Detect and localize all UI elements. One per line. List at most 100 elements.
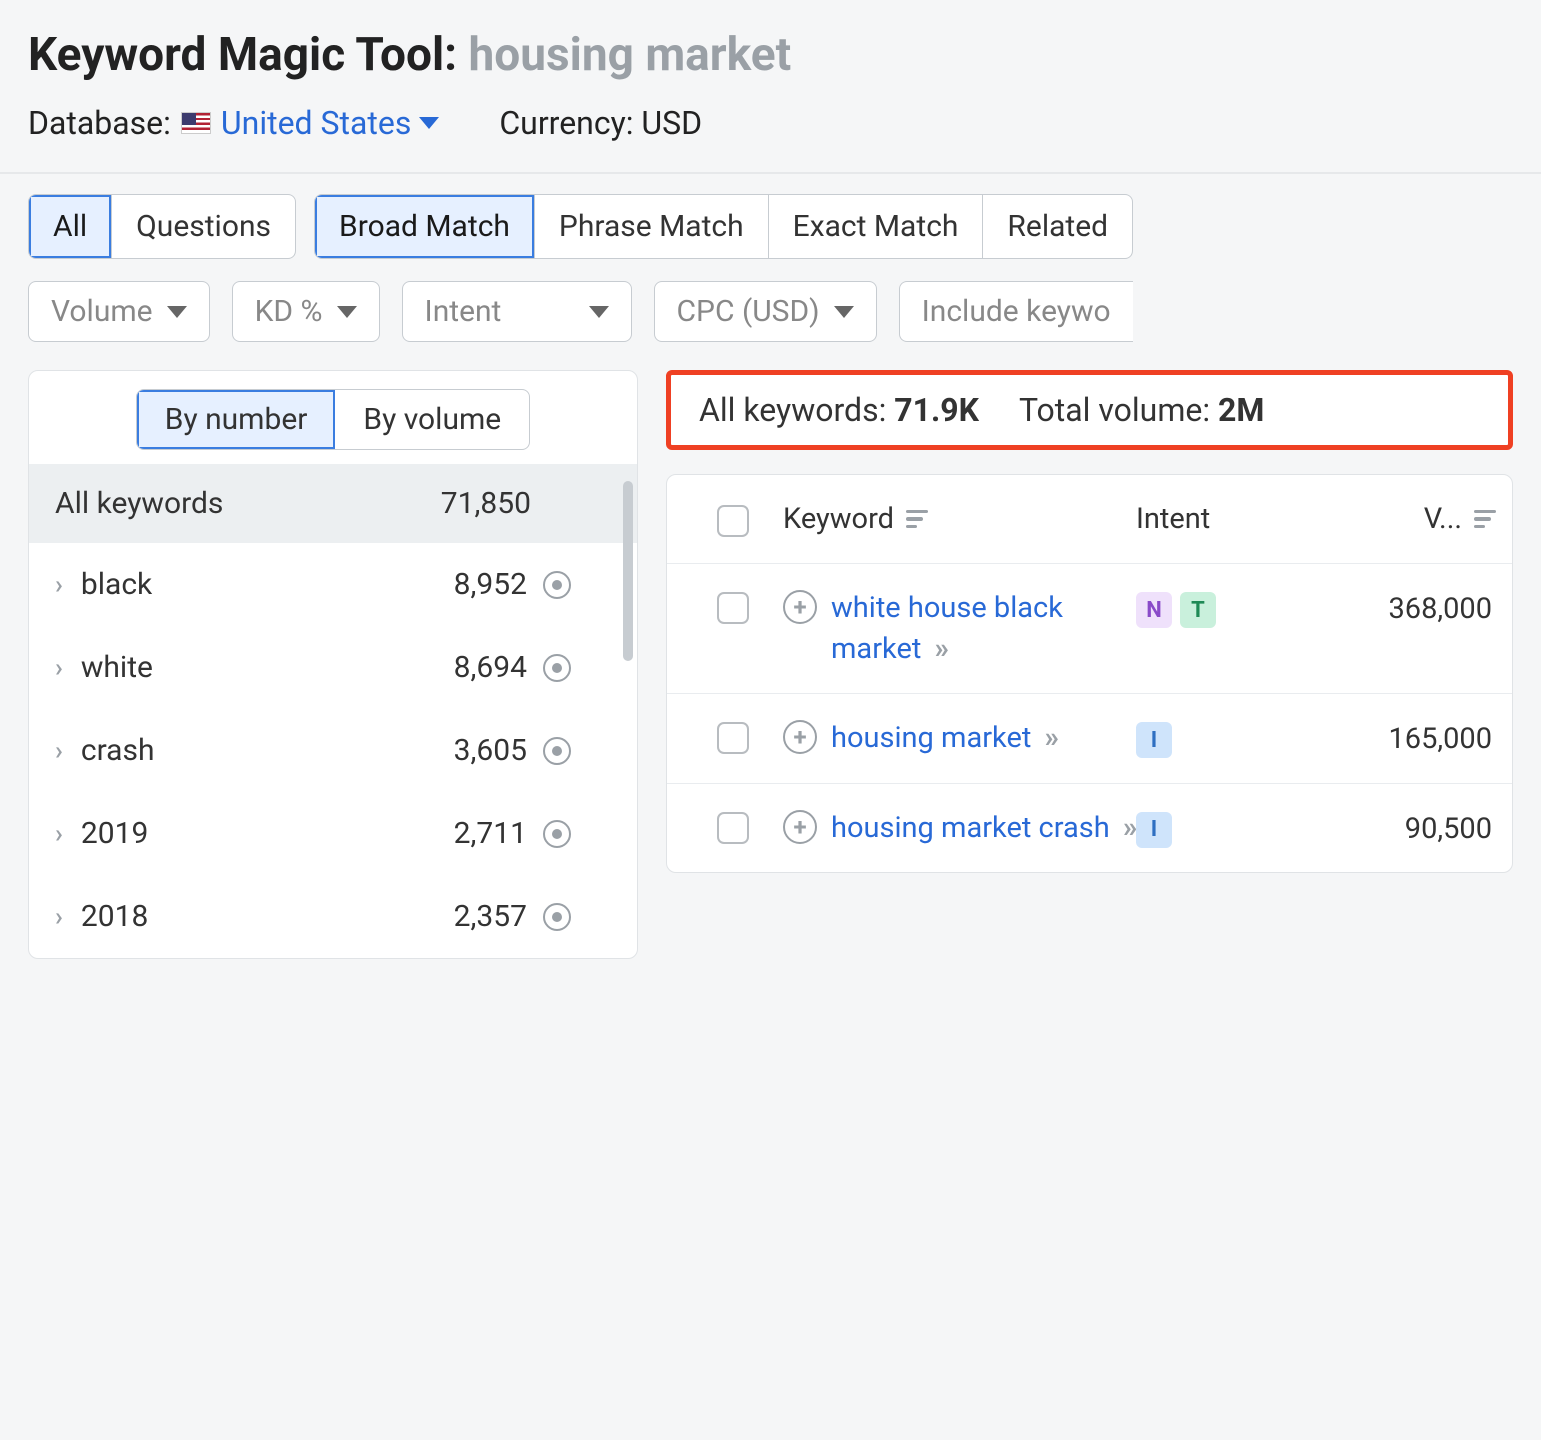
- group-name: black: [81, 567, 152, 602]
- col-volume-label: V...: [1424, 502, 1462, 536]
- sort-icon: [1474, 510, 1496, 529]
- col-intent-label: Intent: [1136, 502, 1210, 536]
- eye-icon[interactable]: [543, 903, 571, 931]
- group-row[interactable]: › crash 3,605: [29, 709, 637, 792]
- group-name: white: [81, 650, 153, 685]
- row-checkbox[interactable]: [717, 812, 749, 844]
- intent-cell: I: [1136, 718, 1306, 758]
- currency-label: Currency:: [499, 104, 633, 142]
- tab-all[interactable]: All: [29, 195, 112, 258]
- group-name: crash: [81, 733, 155, 768]
- col-keyword[interactable]: Keyword: [783, 502, 1136, 536]
- tab-broad-match[interactable]: Broad Match: [315, 195, 535, 258]
- group-count: 3,605: [454, 733, 527, 768]
- filter-cpc[interactable]: CPC (USD): [654, 281, 877, 342]
- page-title: Keyword Magic Tool: housing market: [28, 28, 1513, 82]
- eye-icon[interactable]: [543, 654, 571, 682]
- chevron-right-icon: ›: [55, 653, 63, 683]
- add-keyword-icon[interactable]: +: [783, 810, 817, 844]
- keyword-link[interactable]: housing market crash: [831, 811, 1110, 845]
- stats-total-vol-value: 2M: [1218, 391, 1264, 429]
- toggle-by-number[interactable]: By number: [137, 390, 336, 449]
- expand-icon[interactable]: »: [1045, 721, 1054, 755]
- group-row[interactable]: › black 8,952: [29, 543, 637, 626]
- keyword-link[interactable]: housing market: [831, 721, 1031, 755]
- keyword-groups-sidebar: By number By volume All keywords 71,850 …: [28, 370, 638, 959]
- scrollbar[interactable]: [623, 481, 633, 661]
- table-row: + housing market » I 165,000: [667, 693, 1512, 783]
- stats-summary: All keywords: 71.9K Total volume: 2M: [666, 370, 1513, 450]
- database-selector[interactable]: Database: United States: [28, 104, 439, 142]
- eye-icon[interactable]: [543, 737, 571, 765]
- tab-exact-match[interactable]: Exact Match: [769, 195, 984, 258]
- stats-all-kw-label: All keywords:: [699, 391, 886, 429]
- chevron-down-icon: [337, 306, 357, 318]
- intent-badge-t: T: [1180, 592, 1216, 628]
- stats-all-kw-value: 71.9K: [894, 391, 979, 429]
- filter-intent-label: Intent: [425, 294, 502, 329]
- volume-cell: 90,500: [1306, 808, 1496, 846]
- intent-badge-n: N: [1136, 592, 1172, 628]
- all-keywords-label: All keywords: [55, 486, 223, 521]
- chevron-right-icon: ›: [55, 736, 63, 766]
- group-name: 2018: [81, 899, 148, 934]
- chevron-down-icon: [167, 306, 187, 318]
- divider: [0, 172, 1541, 174]
- add-keyword-icon[interactable]: +: [783, 590, 817, 624]
- keyword-link[interactable]: white house black market: [831, 591, 1063, 666]
- chevron-right-icon: ›: [55, 819, 63, 849]
- chevron-down-icon: [589, 306, 609, 318]
- table-row: + white house black market » NT 368,000: [667, 563, 1512, 693]
- volume-cell: 368,000: [1306, 588, 1496, 626]
- chevron-down-icon: [419, 117, 439, 129]
- eye-icon[interactable]: [543, 820, 571, 848]
- filter-cpc-label: CPC (USD): [677, 294, 820, 329]
- col-intent[interactable]: Intent: [1136, 502, 1306, 536]
- intent-badge-i: I: [1136, 812, 1172, 848]
- chevron-right-icon: ›: [55, 902, 63, 932]
- add-keyword-icon[interactable]: +: [783, 720, 817, 754]
- col-keyword-label: Keyword: [783, 502, 894, 536]
- all-keywords-count: 71,850: [441, 486, 611, 521]
- filter-volume[interactable]: Volume: [28, 281, 210, 342]
- group-count: 8,694: [454, 650, 527, 685]
- group-count: 8,952: [454, 567, 527, 602]
- database-value: United States: [221, 104, 411, 142]
- match-type-tabs: Broad Match Phrase Match Exact Match Rel…: [314, 194, 1133, 259]
- eye-icon[interactable]: [543, 571, 571, 599]
- tab-related[interactable]: Related: [983, 195, 1132, 258]
- filter-kd[interactable]: KD %: [232, 281, 380, 342]
- intent-cell: NT: [1136, 588, 1306, 628]
- table-row: + housing market crash » I 90,500: [667, 783, 1512, 873]
- tab-questions[interactable]: Questions: [112, 195, 295, 258]
- filter-include-keywords[interactable]: Include keywo: [899, 281, 1133, 342]
- tab-phrase-match[interactable]: Phrase Match: [535, 195, 769, 258]
- title-query: housing market: [469, 28, 792, 82]
- filter-kd-label: KD %: [255, 294, 323, 329]
- volume-cell: 165,000: [1306, 718, 1496, 756]
- sort-toggle: By number By volume: [136, 389, 530, 450]
- chevron-right-icon: ›: [55, 570, 63, 600]
- group-row[interactable]: › white 8,694: [29, 626, 637, 709]
- group-row[interactable]: › 2018 2,357: [29, 875, 637, 958]
- row-checkbox[interactable]: [717, 592, 749, 624]
- group-name: 2019: [81, 816, 148, 851]
- database-label: Database:: [28, 104, 171, 142]
- select-all-checkbox[interactable]: [717, 505, 749, 537]
- keywords-table: Keyword Intent V... + white house black …: [666, 474, 1513, 873]
- expand-icon[interactable]: »: [1123, 811, 1132, 845]
- group-count: 2,711: [454, 816, 527, 851]
- toggle-by-volume[interactable]: By volume: [335, 390, 529, 449]
- filter-intent[interactable]: Intent: [402, 281, 632, 342]
- currency-value: USD: [641, 104, 702, 142]
- row-checkbox[interactable]: [717, 722, 749, 754]
- intent-cell: I: [1136, 808, 1306, 848]
- col-volume[interactable]: V...: [1306, 502, 1496, 536]
- all-keywords-row[interactable]: All keywords 71,850: [29, 464, 637, 543]
- sort-icon: [906, 510, 928, 529]
- stats-total-vol-label: Total volume:: [1019, 391, 1210, 429]
- us-flag-icon: [181, 112, 211, 134]
- group-row[interactable]: › 2019 2,711: [29, 792, 637, 875]
- group-count: 2,357: [454, 899, 527, 934]
- expand-icon[interactable]: »: [935, 632, 944, 666]
